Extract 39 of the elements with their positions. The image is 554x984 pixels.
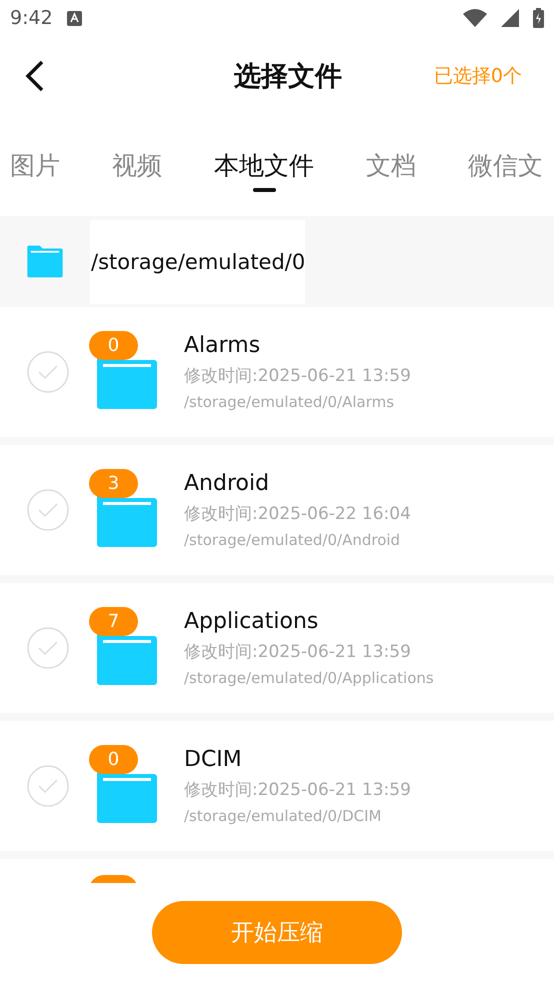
modified-time: 修改时间:2025-06-21 13:59 bbox=[184, 365, 411, 387]
folder-path: /storage/emulated/0/Android bbox=[184, 531, 402, 549]
modified-time: 修改时间:2025-06-22 16:04 bbox=[184, 503, 411, 525]
folder-path: /storage/emulated/0/Applications bbox=[184, 669, 434, 687]
selected-count[interactable]: 已选择0个 bbox=[434, 62, 522, 88]
compress-button[interactable]: 开始压缩 bbox=[152, 901, 402, 964]
tab[interactable]: 本地文件 bbox=[214, 139, 314, 192]
folder-path: /storage/emulated/0/Alarms bbox=[184, 393, 396, 411]
modified-time: 修改时间:2025-06-21 13:59 bbox=[184, 779, 411, 801]
file-row[interactable]: 0 Alarms 修改时间:2025-06-21 13:59 /storage/emulated/0/Alarms bbox=[0, 307, 554, 437]
folder-name: Alarms bbox=[184, 333, 262, 358]
page-title: 选择文件 bbox=[234, 60, 342, 94]
tab[interactable]: 文档 bbox=[366, 139, 416, 192]
tab[interactable]: 图片 bbox=[10, 139, 60, 192]
select-checkbox[interactable] bbox=[27, 489, 69, 531]
battery-icon bbox=[533, 8, 544, 28]
folder-name: DCIM bbox=[184, 747, 243, 772]
file-row[interactable]: 3 Android 修改时间:2025-06-22 16:04 /storage/emulated/0/Android bbox=[0, 445, 554, 575]
file-row[interactable]: 7 Applications 修改时间:2025-06-21 13:59 /storage/emulated/0/Applications bbox=[0, 583, 554, 713]
current-path: /storage/emulated/0 bbox=[90, 220, 306, 304]
folder-name: Android bbox=[184, 471, 270, 496]
item-count: 7 bbox=[89, 607, 138, 636]
modified-time: 修改时间:2025-06-21 13:59 bbox=[184, 641, 412, 663]
folder-icon bbox=[26, 245, 64, 278]
signal-icon bbox=[501, 9, 519, 27]
item-count: 0 bbox=[89, 331, 138, 360]
folder-name: Applications bbox=[184, 609, 320, 634]
select-checkbox[interactable] bbox=[27, 627, 69, 669]
wifi-icon bbox=[463, 9, 487, 27]
tab[interactable]: 视频 bbox=[112, 139, 162, 192]
select-checkbox[interactable] bbox=[27, 351, 69, 393]
item-count: 3 bbox=[89, 469, 138, 498]
status-time: 9:42 bbox=[10, 7, 53, 29]
item-count: 0 bbox=[89, 745, 138, 774]
folder-path: /storage/emulated/0/DCIM bbox=[184, 807, 382, 825]
tab[interactable]: 微信文 bbox=[468, 139, 543, 192]
file-row[interactable]: 0 DCIM 修改时间:2025-06-21 13:59 /storage/emulated/0/DCIM bbox=[0, 721, 554, 851]
select-checkbox[interactable] bbox=[27, 765, 69, 807]
keyboard-icon bbox=[66, 10, 82, 26]
